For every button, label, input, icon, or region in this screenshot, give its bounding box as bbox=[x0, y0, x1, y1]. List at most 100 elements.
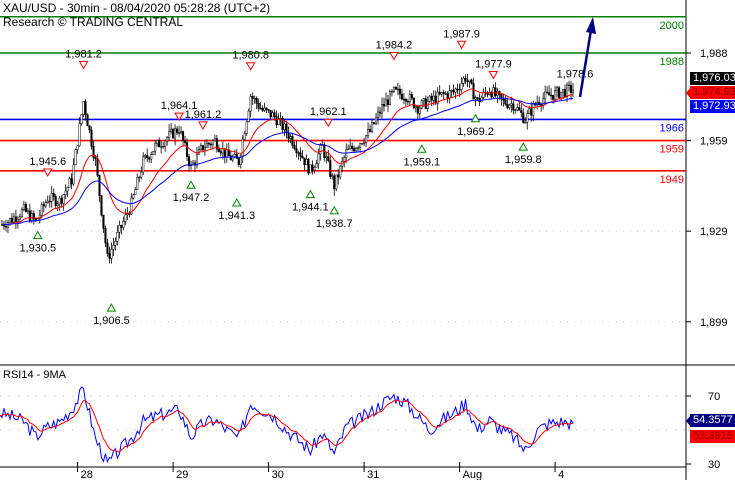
candle-body bbox=[548, 92, 551, 96]
candle-body bbox=[205, 142, 208, 148]
candle-body bbox=[315, 163, 318, 168]
candle-body bbox=[422, 98, 425, 102]
resistance-triangle-icon bbox=[198, 121, 208, 130]
resistance-triangle-icon bbox=[42, 168, 53, 178]
candle-body bbox=[466, 80, 469, 83]
candle-body bbox=[520, 109, 523, 114]
candle-body bbox=[74, 149, 77, 166]
candle-body bbox=[480, 97, 483, 103]
candle-body bbox=[110, 249, 113, 259]
candle-body bbox=[8, 217, 11, 223]
candle-body bbox=[337, 174, 340, 178]
candle-body bbox=[181, 131, 185, 141]
price-annotation: 1,959.1 bbox=[403, 156, 440, 168]
price-annotation: 1,978.6 bbox=[557, 68, 594, 80]
price-annotation: 1,961.2 bbox=[185, 109, 222, 121]
candle-body bbox=[343, 157, 346, 162]
candle-body bbox=[209, 143, 212, 146]
x-tick-label: Aug bbox=[463, 469, 483, 480]
price-annotation: 1,947.2 bbox=[173, 192, 210, 204]
candle-body bbox=[456, 88, 459, 90]
candle-body bbox=[217, 148, 220, 152]
candle-body bbox=[416, 106, 419, 114]
candle-body bbox=[243, 133, 246, 140]
candle-body bbox=[365, 135, 368, 143]
candle-body bbox=[378, 111, 382, 114]
candle-body bbox=[36, 218, 39, 221]
candle-body bbox=[76, 145, 79, 150]
price-annotation: 1,984.2 bbox=[376, 39, 413, 51]
candle-body bbox=[309, 164, 312, 174]
candle-body bbox=[301, 156, 304, 159]
candle-body bbox=[126, 213, 129, 215]
candle-body bbox=[408, 94, 411, 103]
x-tick-label: 29 bbox=[176, 469, 188, 480]
candle-body bbox=[114, 241, 117, 246]
candle-body bbox=[144, 154, 147, 158]
candle-body bbox=[374, 117, 378, 124]
candle-body bbox=[124, 214, 127, 222]
candle-body bbox=[434, 95, 437, 104]
candle-body bbox=[410, 94, 413, 99]
candle-body bbox=[424, 98, 427, 109]
candle-body bbox=[311, 164, 314, 171]
candle-body bbox=[524, 122, 527, 124]
candle-body bbox=[382, 104, 386, 107]
candle-body bbox=[299, 152, 302, 157]
candle-body bbox=[72, 164, 75, 185]
candle-body bbox=[257, 103, 260, 109]
support-triangle-icon bbox=[470, 113, 481, 123]
candle-body bbox=[275, 116, 278, 126]
candle-body bbox=[558, 87, 561, 99]
candle-body bbox=[428, 95, 431, 102]
candle-body bbox=[235, 154, 238, 159]
candle-body bbox=[540, 104, 543, 106]
candle-body bbox=[174, 128, 177, 139]
candle-body bbox=[552, 95, 555, 100]
y-tick-label: 1,899 bbox=[700, 317, 728, 329]
candle-body bbox=[430, 95, 433, 101]
candle-body bbox=[560, 91, 563, 99]
price-annotation: 1,930.5 bbox=[19, 243, 56, 255]
candle-body bbox=[341, 161, 344, 167]
price-chart: 1,988 1,959 1,929 1,899 28 29 30 31 Aug 4 2000 1988… bbox=[0, 0, 735, 480]
chart-credit: Research © TRADING CENTRAL bbox=[3, 15, 183, 29]
candle-body bbox=[48, 200, 51, 203]
candle-body bbox=[142, 156, 145, 173]
candle-body bbox=[120, 225, 123, 228]
candle-body bbox=[496, 91, 499, 96]
candle-body bbox=[396, 88, 399, 91]
candle-body bbox=[325, 156, 328, 158]
ma-red-line bbox=[1, 88, 574, 226]
candle-body bbox=[567, 84, 571, 87]
candle-body bbox=[418, 107, 421, 114]
support-triangle-icon bbox=[106, 303, 117, 312]
candle-body bbox=[412, 97, 415, 109]
candle-body bbox=[452, 90, 455, 93]
candle-body bbox=[118, 225, 121, 233]
candle-body bbox=[444, 93, 447, 95]
candle-body bbox=[526, 113, 529, 123]
candle-body bbox=[291, 136, 294, 146]
price-annotation: 1,981.2 bbox=[65, 49, 102, 61]
candle-body bbox=[22, 203, 25, 210]
candle-body bbox=[287, 132, 290, 139]
candle-body bbox=[544, 91, 547, 99]
level-label: 2000 bbox=[660, 20, 684, 32]
candle-body bbox=[530, 108, 533, 116]
candle-body bbox=[522, 112, 525, 123]
rsi-y-tick-label: 70 bbox=[708, 391, 720, 403]
candle-body bbox=[563, 89, 567, 97]
x-tick-label: 4 bbox=[558, 469, 564, 480]
price-annotation: 1,969.2 bbox=[457, 126, 494, 138]
support-triangle-icon bbox=[186, 180, 196, 189]
x-tick-label: 28 bbox=[81, 469, 93, 480]
candle-body bbox=[293, 145, 296, 149]
candle-body bbox=[20, 209, 23, 218]
chart-title: XAU/USD - 30min - 08/04/2020 05:28:28 (U… bbox=[3, 1, 271, 15]
candle-body bbox=[122, 221, 125, 228]
candle-body bbox=[349, 145, 352, 150]
candle-body bbox=[550, 94, 553, 97]
candle-body bbox=[40, 204, 43, 216]
candle-body bbox=[187, 156, 191, 167]
